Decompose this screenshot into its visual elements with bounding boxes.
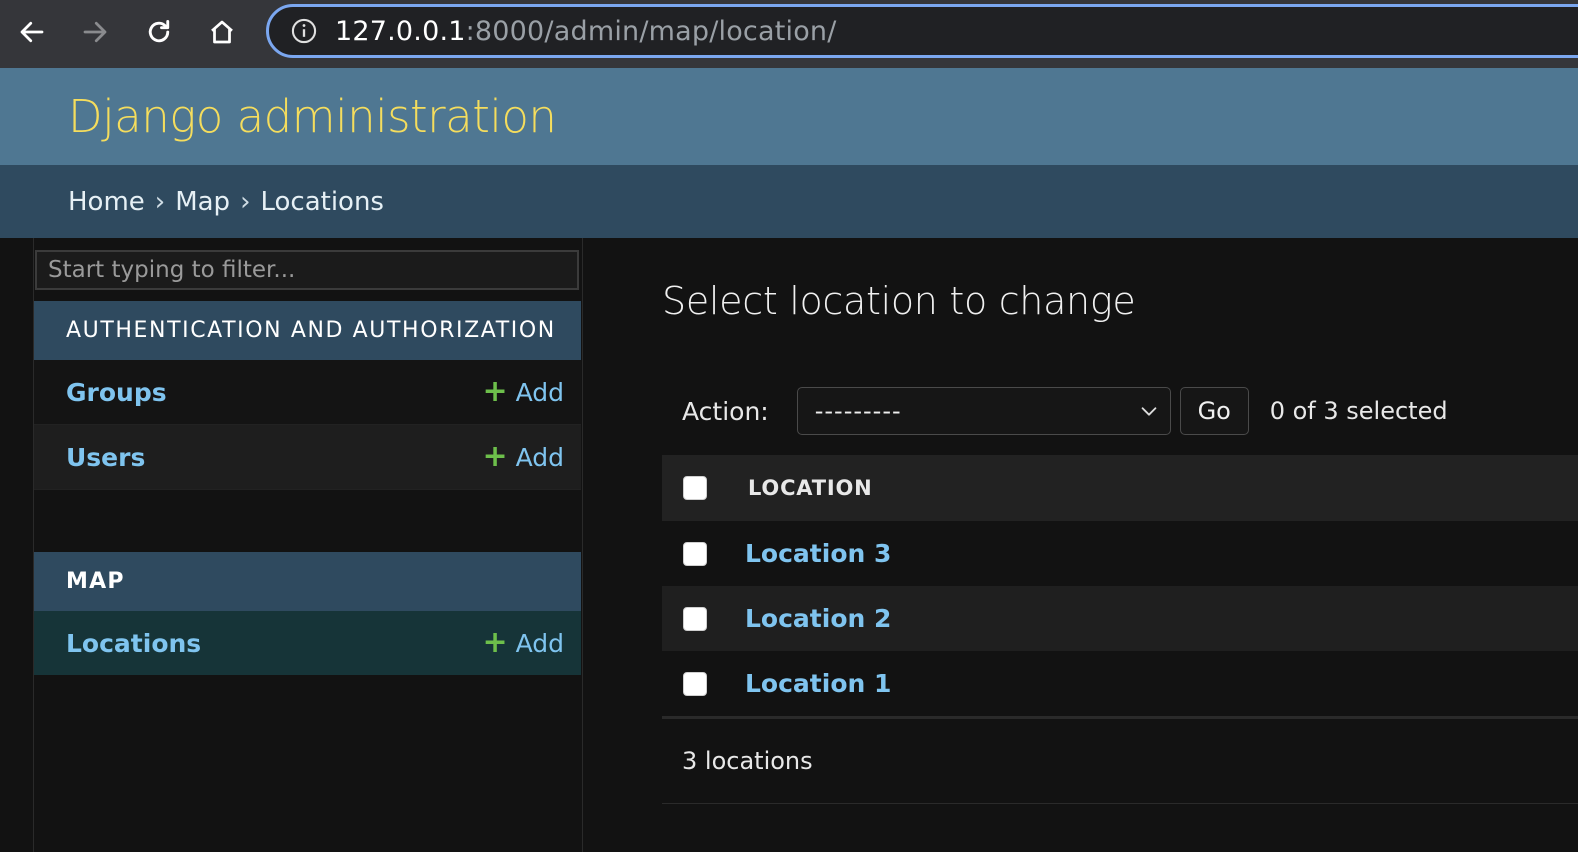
app-caption-label: AUTHENTICATION AND AUTHORIZATION	[66, 318, 556, 343]
location-link[interactable]: Location 2	[745, 604, 891, 633]
breadcrumb-home[interactable]: Home	[68, 187, 145, 217]
add-location-button[interactable]: + Add	[482, 628, 564, 658]
url-path: :8000/admin/map/location/	[465, 15, 837, 47]
page-title: Select location to change	[662, 279, 1136, 323]
table-header: LOCATION	[662, 455, 1578, 521]
app-caption-map[interactable]: MAP	[34, 552, 581, 611]
action-selected-value: ---------	[814, 397, 902, 425]
app-caption-label: MAP	[66, 569, 125, 594]
breadcrumb-separator: ›	[240, 186, 251, 217]
url-text: 127.0.0.1:8000/admin/map/location/	[335, 16, 837, 47]
location-link[interactable]: Location 1	[745, 669, 891, 698]
breadcrumb-map[interactable]: Map	[175, 187, 230, 217]
plus-icon: +	[482, 439, 508, 474]
add-group-button[interactable]: + Add	[482, 377, 564, 407]
action-label: Action:	[682, 396, 769, 426]
row-checkbox[interactable]	[683, 671, 707, 696]
plus-icon: +	[482, 625, 508, 660]
row-checkbox[interactable]	[683, 606, 707, 631]
groups-link[interactable]: Groups	[66, 378, 167, 407]
back-arrow-icon[interactable]	[12, 12, 52, 52]
add-user-button[interactable]: + Add	[482, 442, 564, 472]
info-icon[interactable]	[289, 16, 319, 46]
address-bar[interactable]: 127.0.0.1:8000/admin/map/location/	[266, 4, 1578, 58]
add-label: Add	[515, 442, 564, 472]
add-label: Add	[515, 377, 564, 407]
locations-link[interactable]: Locations	[66, 629, 201, 658]
breadcrumb: Home › Map › Locations	[0, 165, 1578, 238]
breadcrumb-separator: ›	[154, 186, 166, 217]
sidebar-item-users: Users + Add	[34, 425, 581, 490]
plus-icon: +	[482, 374, 508, 409]
site-header: Django administration	[0, 68, 1578, 165]
users-link[interactable]: Users	[66, 443, 145, 472]
breadcrumb-current: Locations	[260, 186, 384, 217]
sidebar-item-groups: Groups + Add	[34, 360, 581, 425]
go-button[interactable]: Go	[1179, 387, 1249, 435]
reload-icon[interactable]	[139, 12, 179, 52]
forward-arrow-icon[interactable]	[75, 12, 115, 52]
row-checkbox[interactable]	[683, 541, 707, 566]
actions-bar: Action: --------- Go 0 of 3 selected	[662, 386, 1578, 436]
nav-sidebar: AUTHENTICATION AND AUTHORIZATION Groups …	[33, 238, 583, 852]
selection-counter: 0 of 3 selected	[1269, 397, 1448, 425]
table-row: Location 1	[662, 651, 1578, 717]
table-row: Location 2	[662, 586, 1578, 652]
sidebar-item-locations: Locations + Add	[34, 611, 581, 675]
table-row: Location 3	[662, 521, 1578, 587]
result-count: 3 locations	[682, 747, 813, 775]
home-icon[interactable]	[202, 12, 242, 52]
chevron-down-icon	[1141, 407, 1157, 416]
action-select[interactable]: ---------	[796, 387, 1171, 435]
browser-toolbar: 127.0.0.1:8000/admin/map/location/	[0, 0, 1578, 68]
location-link[interactable]: Location 3	[745, 539, 891, 568]
column-header-location[interactable]: LOCATION	[748, 476, 872, 500]
nav-filter-input[interactable]	[35, 250, 579, 290]
app-caption-auth[interactable]: AUTHENTICATION AND AUTHORIZATION	[34, 301, 581, 360]
site-title[interactable]: Django administration	[68, 90, 557, 143]
select-all-checkbox[interactable]	[683, 476, 707, 500]
url-host: 127.0.0.1	[335, 15, 466, 47]
paginator: 3 locations	[662, 716, 1578, 804]
add-label: Add	[515, 628, 564, 658]
